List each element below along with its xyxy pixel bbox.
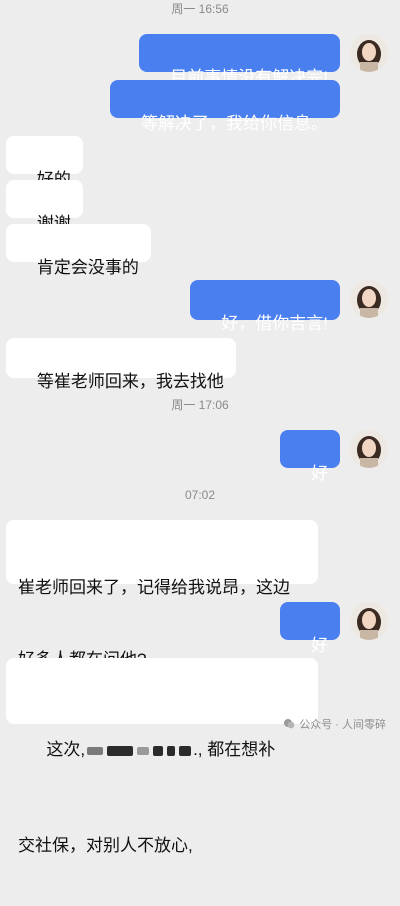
- avatar[interactable]: [350, 430, 388, 468]
- message-bubble-incoming[interactable]: 谢谢: [6, 180, 83, 233]
- message-bubble-incoming[interactable]: 崔老师回来了，记得给我说昂，这边 好多人都在问他?: [6, 520, 318, 669]
- message-bubble-incoming[interactable]: 好的: [6, 136, 83, 189]
- message-text: 好，借你吉言!: [221, 314, 328, 333]
- chat-view: 周一 16:56 目前事情没有解决完! 等解决了，我给你信息。 好的 谢谢 肯定…: [0, 0, 400, 855]
- redaction-block: [153, 745, 164, 756]
- timestamp: 周一 17:06: [171, 398, 229, 412]
- avatar[interactable]: [350, 34, 388, 72]
- avatar-woman-icon: [350, 430, 388, 468]
- message-text-line: 崔老师回来了，记得给我说昂，这边: [18, 578, 290, 597]
- message-bubble-outgoing[interactable]: 目前事情没有解决完!: [139, 34, 340, 87]
- timestamp: 07:02: [184, 488, 216, 502]
- message-text: 这次,: [46, 740, 86, 759]
- avatar-woman-icon: [350, 280, 388, 318]
- avatar-woman-icon: [350, 602, 388, 640]
- message-bubble-incoming[interactable]: 肯定会没事的: [6, 224, 151, 277]
- message-text: 肯定会没事的: [36, 258, 139, 277]
- watermark-text: 公众号 · 人间零碎: [299, 719, 386, 731]
- message-text: 好: [311, 636, 328, 655]
- avatar[interactable]: [350, 280, 388, 318]
- avatar-woman-icon: [350, 34, 388, 72]
- message-text: 等解决了，我给你信息。: [141, 114, 328, 133]
- message-bubble-incoming[interactable]: 这次, ., 都在想补 交社保，对别人不放心,: [6, 658, 318, 855]
- message-bubble-outgoing[interactable]: 好: [280, 602, 340, 655]
- message-bubble-outgoing[interactable]: 好，借你吉言!: [190, 280, 340, 333]
- watermark: 公众号 · 人间零碎: [283, 716, 386, 732]
- redaction-block: [137, 746, 150, 755]
- wechat-icon: [284, 719, 295, 729]
- message-text: 等崔老师回来，我去找他: [36, 372, 224, 391]
- timestamp: 周一 16:56: [171, 2, 229, 16]
- message-bubble-outgoing[interactable]: 等解决了，我给你信息。: [110, 80, 340, 133]
- redaction-block: [167, 745, 176, 756]
- message-text: 好: [311, 464, 328, 483]
- redaction-block: [107, 745, 134, 756]
- redaction-block: [87, 746, 104, 755]
- redaction-block: [179, 745, 192, 756]
- avatar[interactable]: [350, 602, 388, 640]
- message-text-line: 交社保，对别人不放心,: [18, 836, 193, 855]
- message-text-line: 这次, ., 都在想补: [18, 714, 306, 786]
- message-bubble-outgoing[interactable]: 好: [280, 430, 340, 483]
- message-bubble-incoming[interactable]: 等崔老师回来，我去找他: [6, 338, 236, 391]
- message-text: ., 都在想补: [193, 740, 276, 759]
